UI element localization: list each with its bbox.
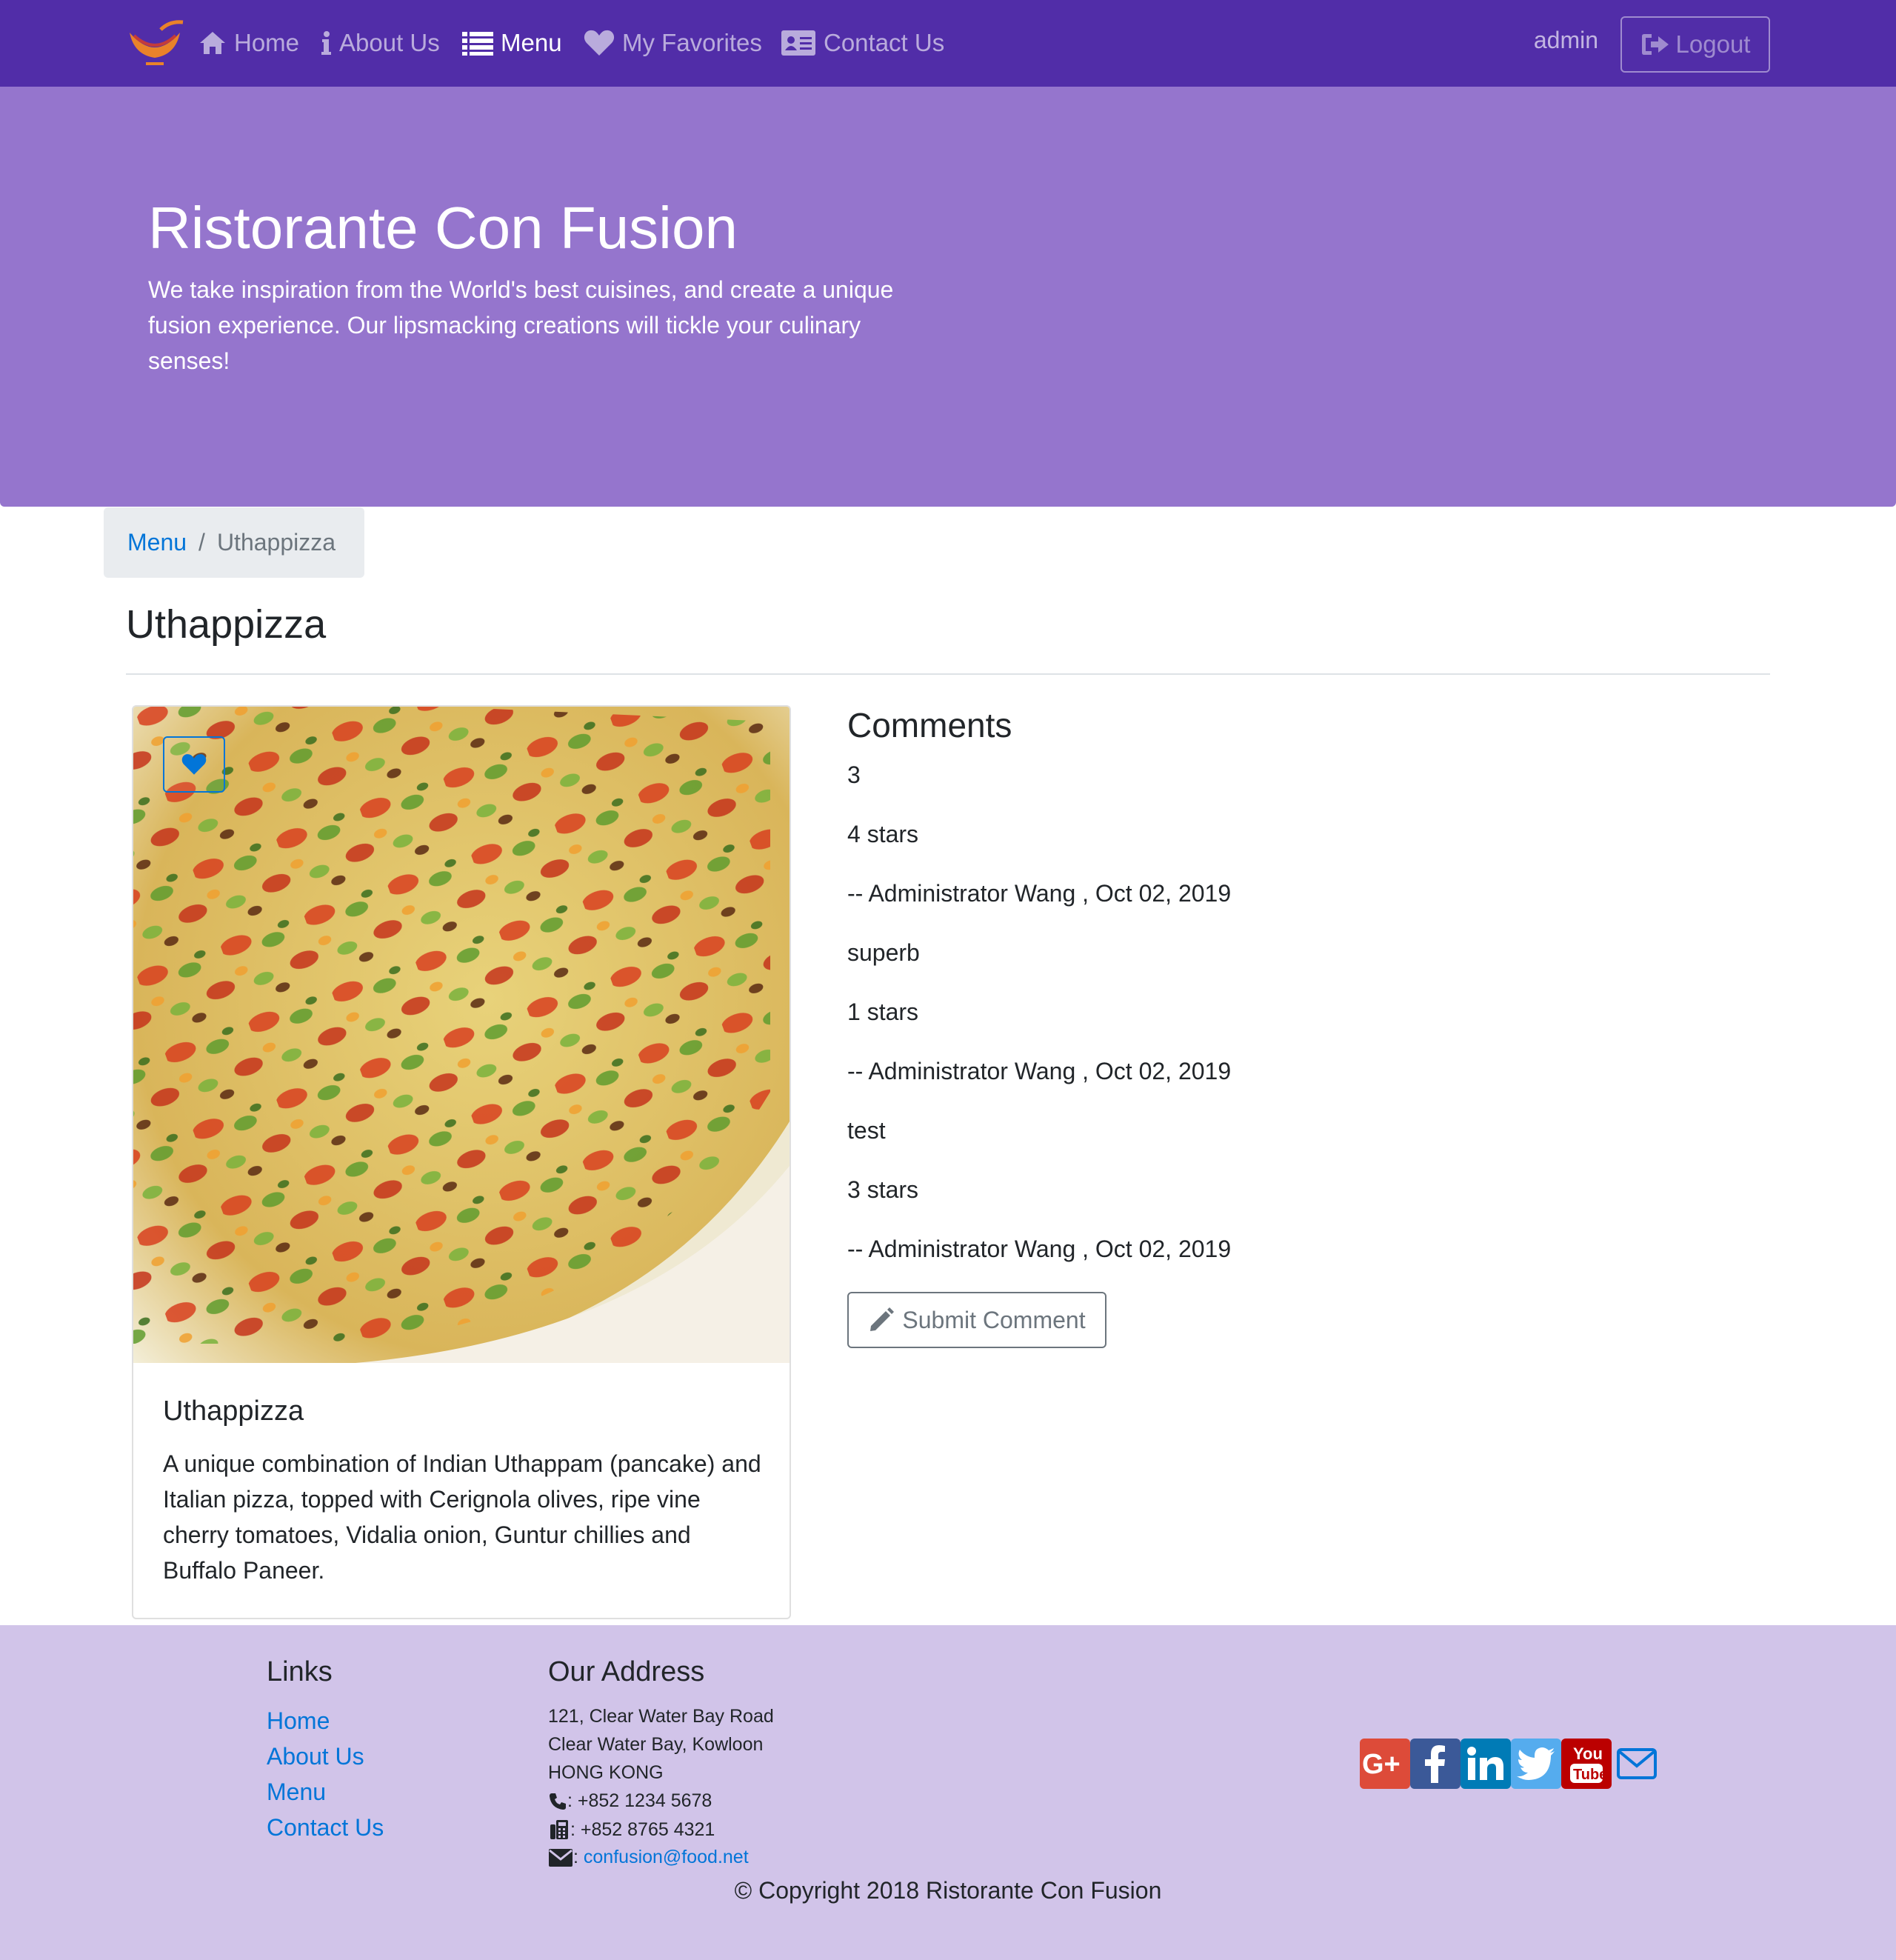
dish-image: [133, 707, 790, 1363]
svg-text:Tube: Tube: [1573, 1767, 1606, 1783]
copyright: © Copyright 2018 Ristorante Con Fusion: [734, 1877, 1162, 1904]
breadcrumb-separator: /: [198, 529, 205, 556]
nav-about[interactable]: About Us: [320, 24, 440, 62]
email-separator: :: [573, 1847, 578, 1867]
address-line: Clear Water Bay, Kowloon: [548, 1734, 764, 1755]
email-link[interactable]: confusion@food.net: [584, 1847, 749, 1868]
envelope-icon: [549, 1848, 573, 1867]
comment-text: test: [847, 1117, 886, 1144]
comment-author: -- Administrator Wang , Oct 02, 2019: [847, 880, 1232, 907]
nav-contact-label: Contact Us: [824, 29, 945, 56]
jumbotron: Ristorante Con Fusion We take inspiratio…: [0, 87, 1896, 507]
phone-number: : +852 1234 5678: [567, 1790, 712, 1811]
nav-favorites-label: My Favorites: [622, 29, 762, 56]
dish-card: Uthappizza A unique combination of India…: [132, 705, 791, 1619]
fax-number: : +852 8765 4321: [570, 1819, 715, 1840]
nav-menu-label: Menu: [501, 29, 562, 56]
submit-comment-button[interactable]: Submit Comment: [847, 1292, 1106, 1348]
breadcrumb-current: Uthappizza: [216, 529, 336, 556]
page-title: Uthappizza: [126, 602, 327, 647]
pencil-icon: [870, 1307, 895, 1331]
comments-title: Comments: [847, 706, 1012, 744]
nav-favorites[interactable]: My Favorites: [584, 24, 762, 62]
divider: [126, 673, 1770, 675]
navbar: Home About Us Menu My Favorites Contact …: [0, 0, 1896, 87]
twitter-button[interactable]: [1511, 1739, 1561, 1789]
svg-text:You: You: [1573, 1744, 1603, 1763]
google-plus-icon: G+: [1362, 1749, 1401, 1779]
mail-button[interactable]: [1612, 1739, 1662, 1789]
logout-button[interactable]: Logout: [1620, 16, 1770, 73]
home-icon: [200, 32, 225, 54]
heart-icon: [181, 754, 207, 775]
footer-link-about[interactable]: About Us: [267, 1743, 364, 1770]
username: admin: [1533, 27, 1598, 53]
youtube-icon: You Tube: [1570, 1744, 1606, 1783]
comment-author: -- Administrator Wang , Oct 02, 2019: [847, 1058, 1232, 1084]
submit-comment-label: Submit Comment: [902, 1306, 1086, 1333]
comment-text: 3: [847, 761, 861, 788]
jumbotron-text: We take inspiration from the World's bes…: [148, 276, 894, 374]
address-card-icon: [781, 30, 815, 56]
jumbotron-title: Ristorante Con Fusion: [148, 195, 738, 261]
fax-icon: [550, 1820, 568, 1839]
address-line: HONG KONG: [548, 1762, 664, 1783]
dish-name: Uthappizza: [163, 1396, 304, 1427]
breadcrumb-menu-link[interactable]: Menu: [127, 529, 187, 556]
comment-text: superb: [847, 939, 920, 966]
facebook-button[interactable]: [1410, 1739, 1461, 1789]
comment-author: -- Administrator Wang , Oct 02, 2019: [847, 1236, 1232, 1262]
breadcrumb: Menu / Uthappizza: [104, 507, 364, 578]
phone-line: : +852 1234 5678: [548, 1790, 712, 1812]
nav-about-label: About Us: [339, 29, 440, 56]
youtube-button[interactable]: You Tube: [1561, 1739, 1612, 1789]
comment-rating: 1 stars: [847, 999, 919, 1025]
envelope-icon: [1617, 1748, 1657, 1779]
nav-contact[interactable]: Contact Us: [781, 24, 944, 62]
linkedin-icon: [1467, 1747, 1503, 1780]
favorite-button[interactable]: [163, 736, 225, 793]
nav-home-label: Home: [234, 29, 300, 56]
info-icon: [321, 31, 331, 55]
nav-home[interactable]: Home: [198, 24, 299, 62]
dish-description: A unique combination of Indian Uthappam …: [163, 1450, 761, 1584]
google-plus-button[interactable]: G+: [1360, 1739, 1410, 1789]
twitter-icon: [1517, 1747, 1555, 1780]
list-icon: [462, 32, 493, 56]
linkedin-button[interactable]: [1461, 1739, 1511, 1789]
facebook-icon: [1425, 1745, 1445, 1783]
restaurant-logo[interactable]: [124, 16, 186, 70]
comment-rating: 3 stars: [847, 1176, 919, 1203]
comment-rating: 4 stars: [847, 821, 919, 847]
sign-out-icon: [1641, 34, 1669, 55]
footer-links-title: Links: [267, 1656, 333, 1687]
phone-icon: [550, 1793, 566, 1810]
logout-label: Logout: [1675, 30, 1751, 58]
svg-text:G+: G+: [1362, 1749, 1401, 1779]
email-line: : confusion@food.net: [548, 1847, 749, 1868]
address-line: 121, Clear Water Bay Road: [548, 1706, 774, 1727]
footer-link-menu[interactable]: Menu: [267, 1779, 326, 1806]
heart-icon: [584, 30, 615, 56]
footer-link-home[interactable]: Home: [267, 1707, 330, 1735]
footer-address-title: Our Address: [548, 1656, 705, 1687]
fax-line: : +852 8765 4321: [548, 1819, 715, 1841]
footer-link-contact[interactable]: Contact Us: [267, 1814, 384, 1841]
nav-menu[interactable]: Menu: [462, 24, 562, 62]
